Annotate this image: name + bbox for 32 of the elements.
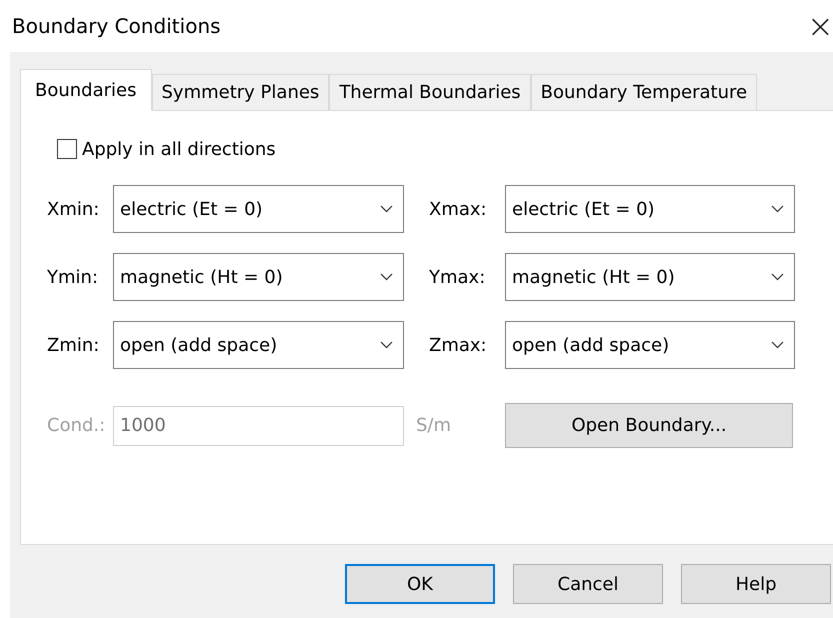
checkbox[interactable] [57, 139, 77, 159]
dialog-button[interactable]: Cancel [513, 564, 663, 604]
dropdown[interactable]: open (add space) [505, 321, 795, 369]
dropdown[interactable]: electric (Et = 0) [113, 185, 404, 233]
field-label: Zmin: [47, 334, 100, 356]
field-label: Cond.: [47, 415, 106, 436]
dialog-button[interactable]: OK [345, 564, 495, 604]
checkbox-label: Apply in all directions [82, 138, 276, 160]
dropdown[interactable]: magnetic (Ht = 0) [113, 253, 404, 301]
chevron-down-icon [380, 341, 393, 349]
tab[interactable]: Thermal Boundaries [329, 74, 531, 111]
chevron-down-icon [380, 273, 393, 281]
field-label: Zmax: [429, 334, 488, 356]
unit-label: S/m [416, 415, 452, 436]
chevron-down-icon [380, 205, 393, 213]
field-label: Xmax: [429, 198, 488, 220]
dropdown[interactable]: electric (Et = 0) [505, 185, 795, 233]
tab[interactable]: Symmetry Planes [152, 74, 330, 111]
chevron-down-icon [771, 273, 784, 281]
dialog-button[interactable]: Help [681, 564, 831, 604]
field-label: Ymin: [47, 266, 100, 288]
chevron-down-icon [771, 341, 784, 349]
field-label: Ymax: [429, 266, 486, 288]
chevron-down-icon [771, 205, 784, 213]
tab[interactable]: Boundaries [20, 69, 152, 111]
close-button[interactable]: × [807, 9, 833, 43]
window-title: Boundary Conditions [12, 14, 221, 38]
dropdown[interactable]: open (add space) [113, 321, 404, 369]
field-label: Xmin: [47, 198, 100, 220]
open-boundary-button[interactable]: Open Boundary... [505, 403, 793, 448]
tab[interactable]: Boundary Temperature [530, 74, 758, 111]
dropdown[interactable]: magnetic (Ht = 0) [505, 253, 795, 301]
